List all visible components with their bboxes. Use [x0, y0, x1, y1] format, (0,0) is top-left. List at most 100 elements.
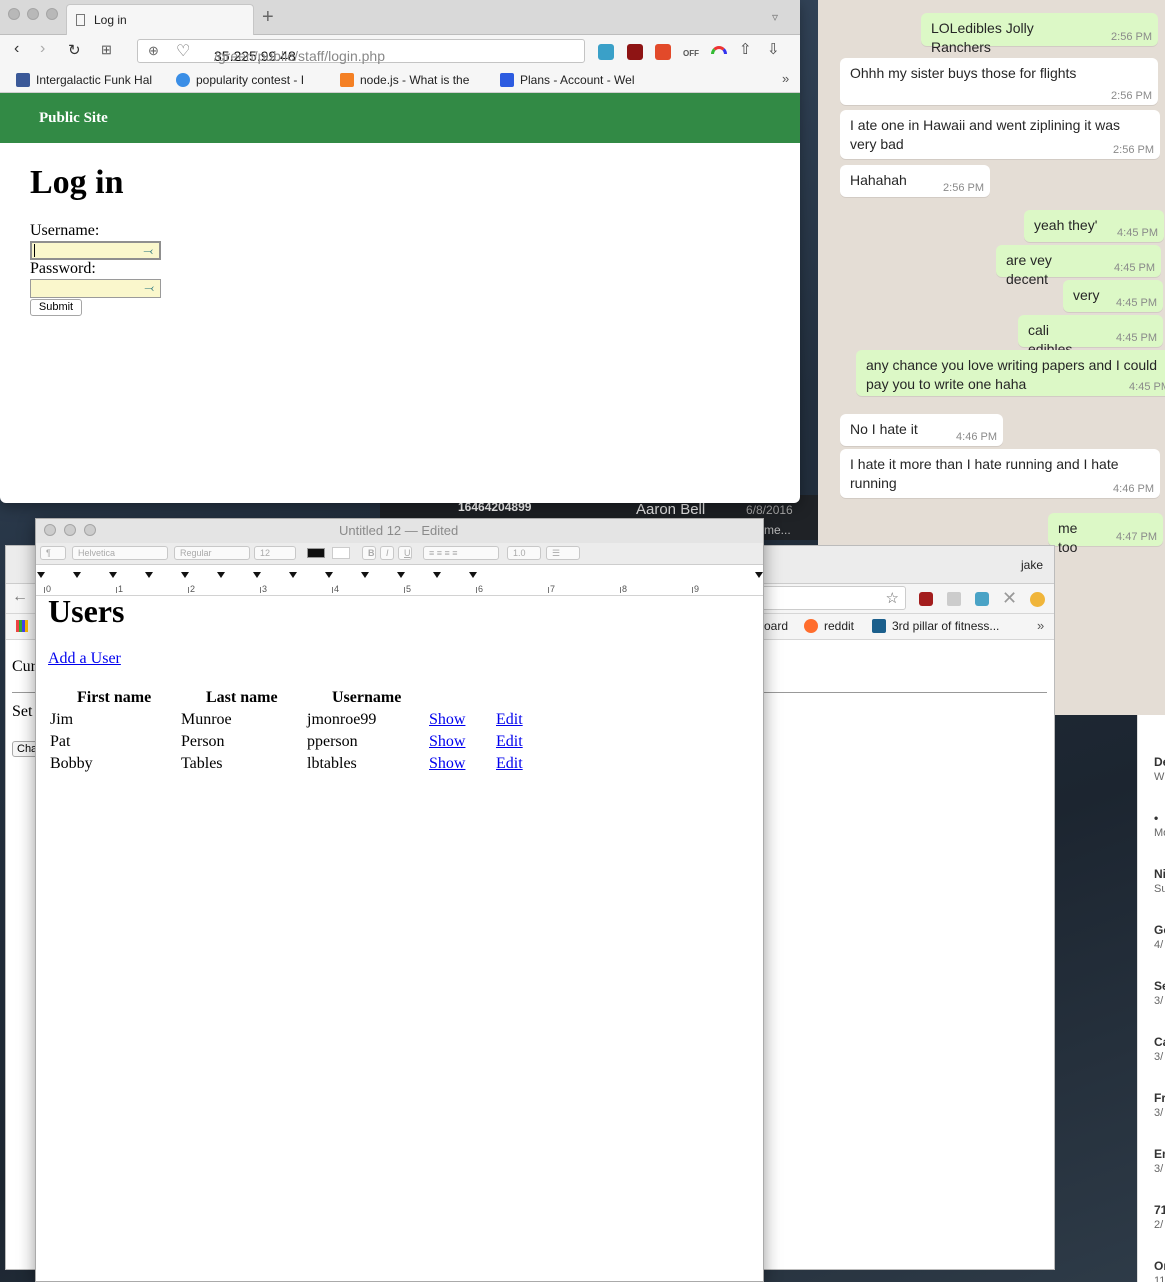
- url-bar[interactable]: ⊕ 35.225.99.48/green/public/staff/login.…: [137, 39, 585, 64]
- star-icon[interactable]: ☆: [886, 589, 899, 607]
- italic-button[interactable]: I: [380, 546, 394, 560]
- show-user-link[interactable]: Show: [429, 755, 465, 773]
- minimize-window-icon[interactable]: [64, 524, 76, 536]
- tab-stop-marker[interactable]: [433, 572, 441, 578]
- bookmarks-overflow-icon[interactable]: »: [782, 71, 789, 86]
- add-user-link[interactable]: Add a User: [48, 650, 121, 668]
- red-extension-icon[interactable]: [655, 44, 671, 60]
- back-arrow-icon[interactable]: ←: [12, 588, 28, 606]
- edit-user-link[interactable]: Edit: [496, 755, 523, 773]
- password-manager-icon-2[interactable]: ⤙: [144, 281, 154, 296]
- right-margin-marker[interactable]: [755, 572, 763, 578]
- sidebar-item-title[interactable]: 71: [1154, 1203, 1165, 1217]
- overflow-chevron-icon[interactable]: »: [1037, 618, 1044, 633]
- underline-button[interactable]: U: [398, 546, 412, 560]
- contact-snippet: me...: [764, 523, 791, 537]
- extension-icon[interactable]: [947, 592, 961, 606]
- tab-stop-marker[interactable]: [469, 572, 477, 578]
- text-color-well[interactable]: [307, 548, 325, 558]
- sidebar-item-title[interactable]: Go: [1154, 923, 1165, 937]
- new-tab-icon[interactable]: +: [262, 6, 274, 29]
- download-icon[interactable]: ⇩: [767, 40, 780, 58]
- forward-icon[interactable]: ›: [40, 40, 45, 58]
- font-size-select[interactable]: 12: [254, 546, 296, 560]
- show-user-link[interactable]: Show: [429, 733, 465, 751]
- tab-stop-marker[interactable]: [37, 572, 45, 578]
- tab-stop-marker[interactable]: [397, 572, 405, 578]
- chat-message-text: any chance you love writing papers and I…: [866, 357, 1158, 392]
- tab-stop-marker[interactable]: [217, 572, 225, 578]
- sidebar-item-title[interactable]: Or: [1154, 1259, 1165, 1273]
- bookmark-1[interactable]: Intergalactic Funk Hal: [16, 73, 152, 87]
- chat-message-text: I hate it more than I hate running and I…: [850, 456, 1119, 491]
- sidebar-item-title[interactable]: En: [1154, 1147, 1165, 1161]
- minimize-window-icon[interactable]: [27, 8, 39, 20]
- ublock-icon[interactable]: [919, 592, 933, 606]
- edit-user-link[interactable]: Edit: [496, 711, 523, 729]
- bg-bookmark-3[interactable]: 3rd pillar of fitness...: [872, 619, 999, 633]
- chat-message-time: 2:56 PM: [1113, 144, 1154, 156]
- bookmark-3[interactable]: node.js - What is the: [340, 73, 469, 87]
- ublock-icon[interactable]: [627, 44, 643, 60]
- public-site-link[interactable]: Public Site: [39, 110, 108, 127]
- tab-list-icon[interactable]: ▿: [772, 10, 778, 24]
- share-icon[interactable]: ⇧: [739, 40, 752, 58]
- reload-icon[interactable]: ↻: [68, 41, 81, 59]
- tab-stop-marker[interactable]: [289, 572, 297, 578]
- show-user-link[interactable]: Show: [429, 711, 465, 729]
- font-family-select[interactable]: Helvetica: [72, 546, 168, 560]
- sidebar-item-title[interactable]: •: [1154, 811, 1158, 825]
- username-field[interactable]: ⤙: [30, 241, 161, 260]
- sidebar-item-date: 2/: [1154, 1219, 1164, 1231]
- sidebar-item-title[interactable]: Ca: [1154, 1035, 1165, 1049]
- ruler-tick: [404, 587, 405, 593]
- edit-user-link[interactable]: Edit: [496, 733, 523, 751]
- tab-stop-marker[interactable]: [73, 572, 81, 578]
- sidebar-item-title[interactable]: Se: [1154, 979, 1165, 993]
- back-icon[interactable]: ‹: [14, 40, 19, 58]
- ruler[interactable]: 0123456789: [36, 566, 763, 596]
- close-window-icon[interactable]: [44, 524, 56, 536]
- submit-button[interactable]: Submit: [30, 299, 82, 316]
- zoom-window-icon[interactable]: [84, 524, 96, 536]
- sidebar-item-title[interactable]: De: [1154, 755, 1165, 769]
- shield-extension-icon[interactable]: [598, 44, 614, 60]
- font-style-select[interactable]: Regular: [174, 546, 250, 560]
- list-style-select[interactable]: ☰: [546, 546, 580, 560]
- sidebar-item-title[interactable]: Fr: [1154, 1091, 1165, 1105]
- tab-stop-marker[interactable]: [253, 572, 261, 578]
- heart-icon[interactable]: ♡: [176, 41, 576, 61]
- chat-message: cali edibles 4:45 PM: [1018, 315, 1163, 357]
- rainbow-icon[interactable]: [711, 46, 727, 54]
- warning-icon[interactable]: [1030, 592, 1045, 607]
- tab-stop-marker[interactable]: [325, 572, 333, 578]
- bookmark-4[interactable]: Plans - Account - Wel: [500, 73, 635, 87]
- cell-last: Person: [181, 733, 225, 750]
- bg-bookmark-2[interactable]: reddit: [804, 619, 854, 633]
- apps-icon[interactable]: [16, 620, 28, 632]
- tab-login[interactable]: Log in: [66, 4, 254, 35]
- bg-bookmark-1[interactable]: oard: [764, 619, 788, 633]
- password-field[interactable]: ⤙: [30, 279, 161, 298]
- tab-stop-marker[interactable]: [145, 572, 153, 578]
- sidebar-item-title[interactable]: Ni: [1154, 867, 1165, 881]
- bold-button[interactable]: B: [362, 546, 376, 560]
- password-manager-icon[interactable]: ⤙: [143, 244, 153, 259]
- close-icon[interactable]: ✕: [1002, 588, 1017, 609]
- paragraph-style-select[interactable]: ¶: [40, 546, 66, 560]
- zoom-window-icon[interactable]: [46, 8, 58, 20]
- username-label: Username:: [30, 222, 100, 239]
- bookmark-2[interactable]: popularity contest - I: [176, 73, 304, 87]
- shield-icon[interactable]: [975, 592, 989, 606]
- off-icon[interactable]: OFF: [683, 49, 699, 58]
- tab-stop-marker[interactable]: [181, 572, 189, 578]
- profile-name[interactable]: jake: [1021, 558, 1043, 572]
- tab-stop-marker[interactable]: [361, 572, 369, 578]
- highlight-color-icon[interactable]: [332, 547, 350, 559]
- chat-message-time: 4:45 PM: [1116, 332, 1157, 344]
- tab-stop-marker[interactable]: [109, 572, 117, 578]
- align-buttons[interactable]: ≡ ≡ ≡ ≡: [423, 546, 499, 560]
- close-window-icon[interactable]: [8, 8, 20, 20]
- grid-icon[interactable]: ⊞: [101, 42, 112, 58]
- line-spacing-select[interactable]: 1.0: [507, 546, 541, 560]
